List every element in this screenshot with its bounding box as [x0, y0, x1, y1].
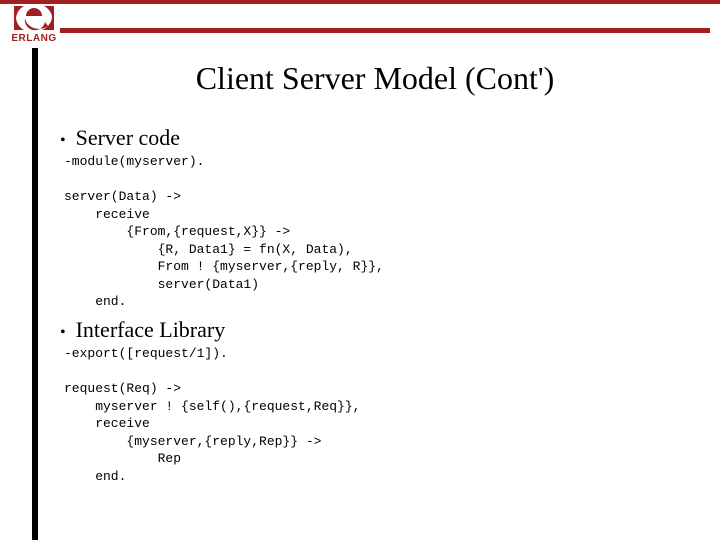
bullet-server-code: • Server code [60, 125, 690, 151]
bullet-text: Interface Library [76, 317, 226, 343]
bullet-dot-icon: • [60, 325, 66, 341]
code-block-server: -module(myserver). server(Data) -> recei… [64, 153, 690, 311]
vertical-rule [32, 48, 38, 540]
horizontal-rule [60, 28, 710, 33]
slide-title: Client Server Model (Cont') [60, 60, 690, 97]
code-block-interface: -export([request/1]). request(Req) -> my… [64, 345, 690, 485]
bullet-text: Server code [76, 125, 180, 151]
top-accent-bar [0, 0, 720, 4]
erlang-icon [12, 4, 56, 32]
bullet-interface-library: • Interface Library [60, 317, 690, 343]
slide-content: Client Server Model (Cont') • Server cod… [60, 60, 690, 489]
bullet-dot-icon: • [60, 133, 66, 149]
logo-text: ERLANG [8, 33, 60, 44]
erlang-logo: ERLANG [8, 4, 60, 44]
